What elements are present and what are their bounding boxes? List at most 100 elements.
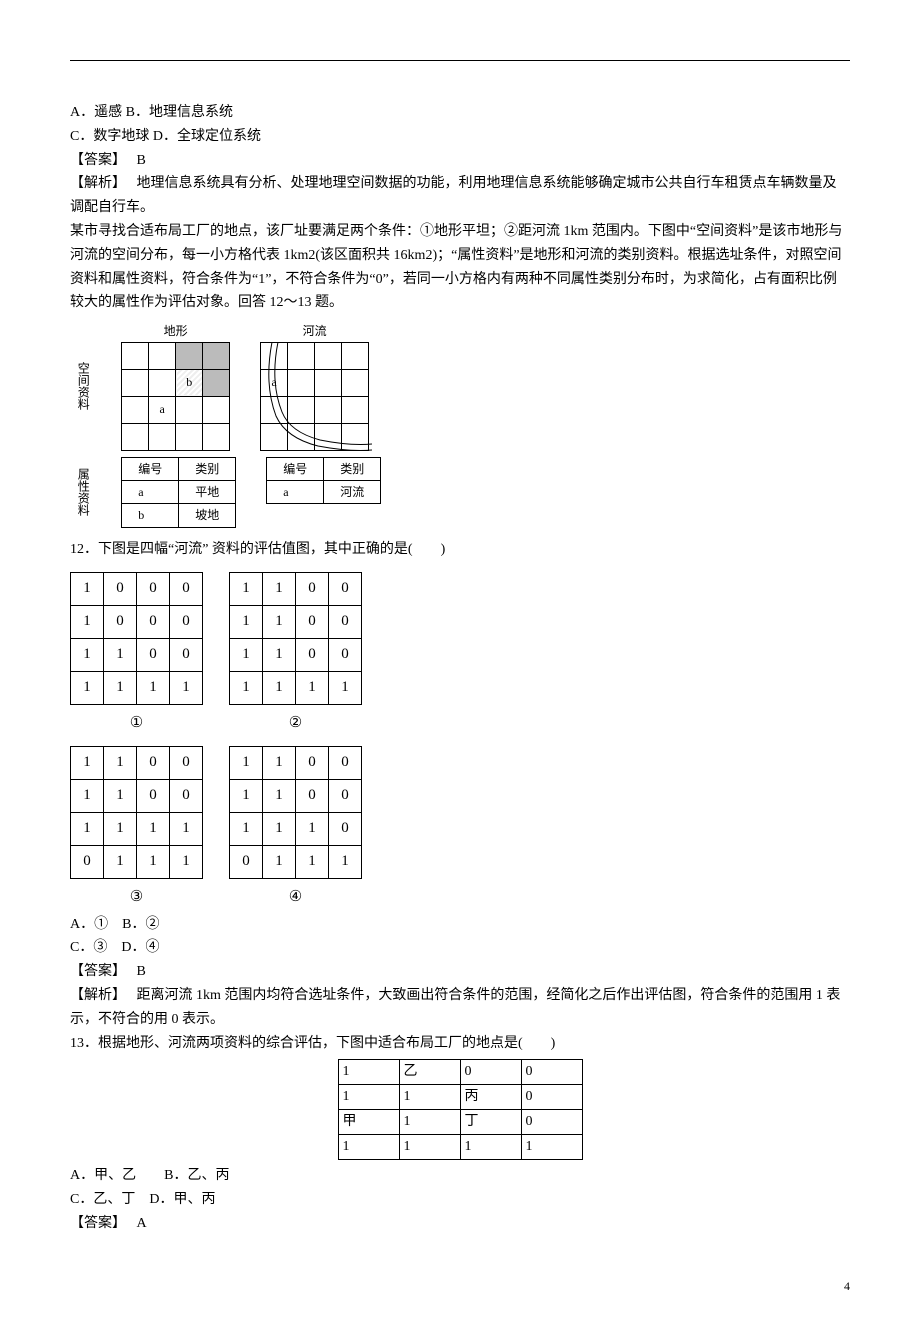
explain-label: 【解析】 (70, 176, 119, 191)
spatial-data-row: 空间资料 地形 b a 河流 a (76, 321, 850, 450)
attr-t-11: 坡地 (179, 504, 236, 527)
grid-cell: 1 (170, 846, 203, 879)
grid-cell: 1 (137, 813, 170, 846)
grid-cell: 1 (104, 780, 137, 813)
grid-cell: 1 (230, 813, 263, 846)
attr-rh1: 类别 (324, 457, 381, 480)
terrain-caption: 地形 (122, 321, 230, 341)
grid-cell: 甲 (338, 1110, 399, 1135)
explain-label: 【解析】 (70, 988, 119, 1003)
q11-opt-d: D．全球定位系统 (153, 129, 261, 144)
q11-options-line2: C．数字地球 D．全球定位系统 (70, 125, 850, 149)
q12-label-4: ④ (289, 885, 302, 911)
attr-t-10: b (122, 504, 179, 527)
q12-text: 12．下图是四幅“河流” 资料的评估值图，其中正确的是( ) (70, 538, 850, 562)
grid-cell: 0 (170, 638, 203, 671)
river-grid: a (260, 342, 369, 451)
q12-grid-row2: 1100110011110111 ③ 1100110011100111 ④ (70, 746, 850, 911)
terrain-grid: b a (121, 342, 230, 451)
grid-cell: 1 (104, 671, 137, 704)
grid-cell: 1 (230, 747, 263, 780)
attr-river-table: 编号类别 a河流 (266, 457, 381, 505)
grid-cell: 1 (104, 813, 137, 846)
grid-cell: 0 (104, 605, 137, 638)
attr-r-00: a (267, 480, 324, 503)
passage-text: 某市寻找合适布局工厂的地点，该厂址要满足两个条件：①地形平坦；②距河流 1km … (70, 220, 850, 315)
grid-cell: 0 (521, 1110, 582, 1135)
grid-cell: 1 (263, 813, 296, 846)
q12-options-line2: C．③ D．④ (70, 936, 850, 960)
grid-cell: 0 (137, 747, 170, 780)
q13-answer-value: A (137, 1216, 147, 1231)
q12-label-1: ① (130, 711, 143, 737)
grid-cell: 1 (296, 671, 329, 704)
attr-t-00: a (122, 480, 179, 503)
grid-cell: 1 (230, 605, 263, 638)
attr-h0: 编号 (122, 457, 179, 480)
grid-cell: 0 (104, 572, 137, 605)
grid-cell: 1 (296, 846, 329, 879)
grid-cell: 1 (104, 638, 137, 671)
grid-cell: 1 (104, 747, 137, 780)
grid-cell: 0 (71, 846, 104, 879)
grid-cell: 1 (137, 671, 170, 704)
grid-cell: 丙 (460, 1085, 521, 1110)
grid-cell: 0 (460, 1060, 521, 1085)
grid-cell: 0 (137, 638, 170, 671)
q11-answer-value: B (137, 153, 146, 168)
q11-explain-text: 地理信息系统具有分析、处理地理空间数据的功能，利用地理信息系统能够确定城市公共自… (70, 176, 837, 215)
terrain-a: a (149, 396, 176, 423)
grid-cell: 0 (329, 780, 362, 813)
page-number: 4 (70, 1276, 850, 1296)
grid-cell: 0 (170, 780, 203, 813)
grid-cell: 1 (338, 1135, 399, 1160)
grid-cell: 0 (521, 1060, 582, 1085)
grid-cell: 1 (230, 638, 263, 671)
grid-cell: 1 (263, 747, 296, 780)
grid-cell: 0 (329, 638, 362, 671)
grid-cell: 丁 (460, 1110, 521, 1135)
spatial-vlabel: 空间资料 (76, 362, 89, 410)
grid-cell: 1 (170, 813, 203, 846)
answer-label: 【答案】 (70, 964, 119, 979)
q12-explain-text: 距离河流 1km 范围内均符合选址条件，大致画出符合条件的范围，经简化之后作出评… (70, 988, 840, 1027)
q13-text: 13．根据地形、河流两项资料的综合评估，下图中适合布局工厂的地点是( ) (70, 1032, 850, 1056)
grid-cell: 1 (263, 638, 296, 671)
grid-cell: 1 (329, 671, 362, 704)
grid-cell: 0 (329, 747, 362, 780)
grid-cell: 0 (329, 605, 362, 638)
q11-options-line1: A．遥感 B．地理信息系统 (70, 101, 850, 125)
terrain-column: 地形 b a (121, 321, 230, 450)
grid-cell: 1 (230, 671, 263, 704)
grid-cell: 0 (170, 747, 203, 780)
q12-options-line1: A．① B．② (70, 913, 850, 937)
q12-grid-3: 1100110011110111 (70, 746, 203, 879)
grid-cell: 1 (460, 1135, 521, 1160)
grid-cell: 1 (521, 1135, 582, 1160)
q13-answer: 【答案】 A (70, 1212, 850, 1236)
grid-cell: 1 (399, 1110, 460, 1135)
grid-cell: 1 (137, 846, 170, 879)
attribute-row: 属性资料 编号类别 a平地 b坡地 编号类别 a河流 (76, 457, 850, 528)
q11-answer: 【答案】 B (70, 149, 850, 173)
attr-vlabel: 属性资料 (76, 468, 89, 516)
q11-opt-b: B．地理信息系统 (126, 105, 233, 120)
grid-cell: 1 (71, 813, 104, 846)
q11-opt-a: A．遥感 (70, 105, 122, 120)
grid-cell: 0 (170, 605, 203, 638)
attr-t-01: 平地 (179, 480, 236, 503)
q12-label-2: ② (289, 711, 302, 737)
grid-cell: 1 (338, 1060, 399, 1085)
grid-cell: 0 (296, 638, 329, 671)
q12-grid-4: 1100110011100111 (229, 746, 362, 879)
grid-cell: 0 (329, 572, 362, 605)
grid-cell: 1 (263, 846, 296, 879)
attr-terrain-table: 编号类别 a平地 b坡地 (121, 457, 236, 528)
river-caption: 河流 (261, 321, 369, 341)
attr-h1: 类别 (179, 457, 236, 480)
grid-cell: 1 (263, 780, 296, 813)
q12-answer: 【答案】 B (70, 960, 850, 984)
river-a: a (261, 369, 288, 396)
grid-cell: 1 (71, 747, 104, 780)
grid-cell: 0 (137, 605, 170, 638)
